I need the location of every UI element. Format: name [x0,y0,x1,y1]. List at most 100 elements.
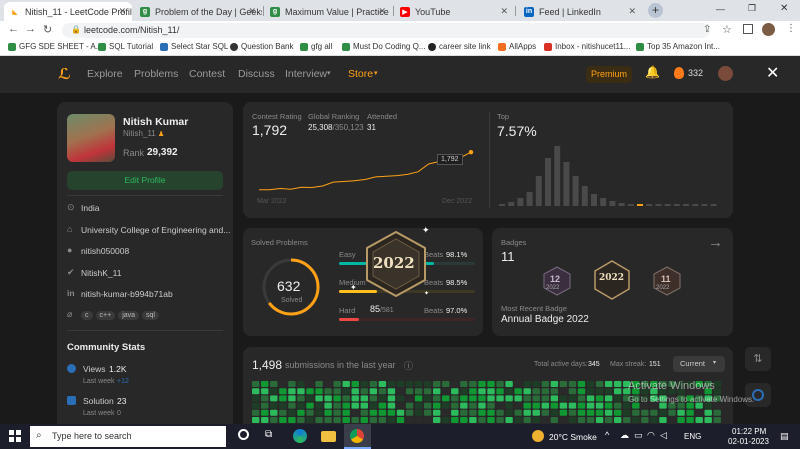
range-select[interactable]: Current ▾ [673,356,725,372]
bookmark-question-bank[interactable]: Question Bank [230,42,293,51]
bookmark-gfg-sde[interactable]: GFG SDE SHEET - A... [8,42,102,51]
bookmark-allapps[interactable]: AllApps [498,42,536,51]
clock-time[interactable]: 01:22 PM [732,427,766,436]
close-icon[interactable]: ✕ [500,6,508,17]
badge-annual-icon[interactable]: 2022 [593,260,631,300]
annual-badge-popup[interactable]: 2022 [364,230,428,298]
heatmap-cell [469,409,477,416]
github-link[interactable]: nitish050008 [81,246,129,256]
heatmap-cell [451,409,459,416]
nav-contest[interactable]: Contest [189,68,225,80]
tab-leetcode[interactable]: ◣ Nitish_11 - LeetCode Profile ✕ [4,2,132,21]
nav-store[interactable]: Store [348,68,373,80]
user-avatar[interactable] [718,66,733,81]
forward-icon[interactable]: → [25,23,36,35]
badge-12-icon[interactable]: 12 [542,266,572,296]
bell-icon[interactable]: 🔔 [645,65,660,79]
heatmap-cell [568,402,577,409]
heatmap-cell [559,388,568,395]
edit-profile-button[interactable]: Edit Profile [67,171,223,190]
heatmap-cell [351,388,359,395]
language-indicator[interactable]: ENG [684,432,701,441]
skill-tag[interactable]: c++ [95,311,116,320]
sidepanel-icon[interactable] [743,24,753,34]
switch-layout-icon[interactable]: ⇅ [745,347,771,371]
file-explorer-icon[interactable] [321,431,336,442]
leetcode-icon: ◣ [10,6,20,17]
restore-button[interactable]: ❐ [748,3,756,14]
active-days-value: 345 [588,361,600,368]
contest-rating-value: 1,792 [252,122,288,138]
leetcode-logo-icon[interactable]: ℒ [58,65,71,83]
chevron-up-icon[interactable]: ^ [605,430,609,440]
tab-linkedin[interactable]: in Feed | LinkedIn ✕ [518,2,642,21]
info-icon[interactable]: ⓘ [404,359,413,372]
battery-icon[interactable]: ▭ [634,430,643,441]
bookmark-gfg-all[interactable]: gfg all [300,42,332,51]
close-icon[interactable]: ✕ [378,6,386,17]
nav-explore[interactable]: Explore [87,68,123,80]
rating-point[interactable] [468,150,474,155]
bookmark-must-do[interactable]: Must Do Coding Q... [342,42,425,51]
edge-icon[interactable] [293,429,307,443]
heatmap-cell [541,409,549,416]
chrome-taskbar-button[interactable] [344,424,371,449]
close-icon[interactable]: ✕ [766,63,779,83]
premium-button[interactable]: Premium [586,66,632,83]
skill-tag[interactable]: java [118,311,140,320]
share-icon[interactable]: ⇪ [703,24,711,35]
reload-icon[interactable]: ↻ [43,23,52,36]
heatmap-cell [686,417,694,423]
weather-text[interactable]: 20°C Smoke [549,432,597,442]
coin-count[interactable]: 332 [688,68,703,78]
nav-discuss[interactable]: Discuss [238,68,275,80]
close-icon[interactable]: ✕ [248,6,256,17]
tab-gfg-practice[interactable]: g Maximum Value | Practice | GeeksforGee… [264,2,392,21]
global-ranking-value: 25,308/350,123 [308,123,364,132]
profile-location: India [81,203,100,213]
heatmap-cell [360,409,368,416]
tab-gfg-potd[interactable]: g Problem of the Day | GeeksforGeeks ✕ [134,2,262,21]
badge-year-text: 2022 [373,254,415,272]
badge-11-icon[interactable]: 11 [652,266,682,296]
bookmark-career[interactable]: career site link [428,42,491,51]
clock-date[interactable]: 02-01-2023 [728,437,769,446]
volume-icon[interactable]: ◁ [660,430,667,441]
back-icon[interactable]: ← [8,23,19,35]
cloud-icon[interactable]: ☁ [620,430,629,441]
heatmap-cell [297,409,305,416]
notification-icon[interactable]: ▤ [780,431,789,442]
minimize-button[interactable]: — [716,4,725,14]
menu-icon[interactable]: ⋮ [786,23,796,34]
profile-photo [67,114,115,162]
bookmark-star-icon[interactable]: ☆ [722,23,732,36]
windows-start-icon[interactable] [9,430,21,442]
badge-12-year: 2022 [546,285,560,291]
close-window-button[interactable]: ✕ [780,3,788,14]
tab-youtube[interactable]: ▶ YouTube ✕ [394,2,514,21]
bookmark-inbox[interactable]: Inbox - nitishucet11... [544,42,630,51]
taskbar-search-input[interactable]: ⌕ Type here to search [30,426,226,447]
bookmark-amazon[interactable]: Top 35 Amazon Int... [636,42,720,51]
wifi-icon[interactable]: ◠ [647,430,655,441]
skill-tag[interactable]: c [81,311,93,320]
close-icon[interactable]: ✕ [118,6,126,17]
contest-panel: Contest Rating 1,792 Global Ranking 25,3… [243,102,733,218]
nav-interview[interactable]: Interview [285,68,327,80]
nav-problems[interactable]: Problems [134,68,178,80]
linkedin-link[interactable]: nitish-kumar-b994b71ab [81,289,173,299]
close-icon[interactable]: ✕ [628,6,636,17]
cortana-icon[interactable] [238,429,249,440]
new-tab-button[interactable]: + [648,3,663,18]
heatmap-cell [550,395,559,402]
avatar[interactable] [762,23,775,36]
url-bar[interactable]: 🔒 leetcode.com/Nitish_11/ [62,23,710,38]
twitter-link[interactable]: NitishK_11 [81,268,121,278]
heatmap-cell [532,381,540,387]
bookmark-select-star[interactable]: Select Star SQL [160,42,228,51]
bookmark-sql-tutorial[interactable]: SQL Tutorial [98,42,153,51]
task-view-icon[interactable]: ⧉ [265,429,272,440]
distribution-bar [683,204,689,206]
arrow-right-icon[interactable]: → [708,234,723,251]
skill-tag[interactable]: sql [142,311,159,320]
